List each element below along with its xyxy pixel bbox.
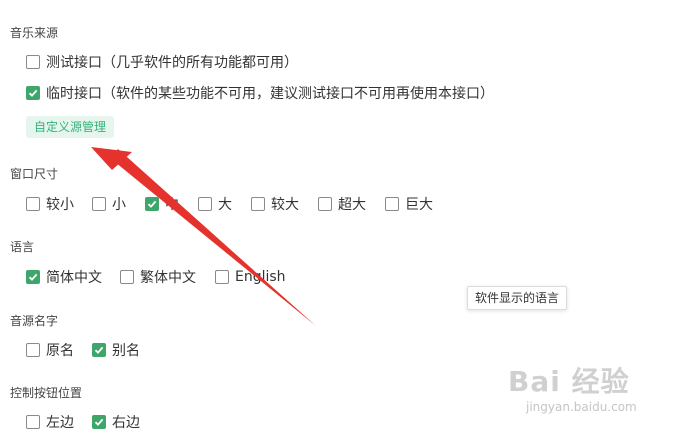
watermark-url: jingyan.baidu.com <box>526 400 637 414</box>
control-position-option-left[interactable]: 左边 <box>26 412 74 432</box>
window-size-option-smaller[interactable]: 较小 <box>26 194 74 214</box>
checkbox[interactable] <box>26 415 40 429</box>
window-size-option-medium[interactable]: 中 <box>145 194 179 214</box>
checkbox[interactable] <box>26 343 40 357</box>
option-label: 简体中文 <box>46 270 102 286</box>
watermark-logo-text: Bai 经验 <box>508 365 630 398</box>
language-option-english[interactable]: English <box>215 267 286 287</box>
option-label: 临时接口（软件的某些功能不可用，建议测试接口不可用再使用本接口） <box>46 86 494 102</box>
checkbox[interactable] <box>26 270 40 284</box>
music-source-option-test[interactable]: 测试接口（几乎软件的所有功能都可用） <box>26 52 298 72</box>
checkbox[interactable] <box>318 197 332 211</box>
option-label: 小 <box>112 197 126 213</box>
checkbox[interactable] <box>145 197 159 211</box>
section-title-window-size: 窗口尺寸 <box>10 167 59 181</box>
window-size-option-huge[interactable]: 巨大 <box>385 194 433 214</box>
section-title-music-source: 音乐来源 <box>10 26 59 40</box>
option-label: 原名 <box>46 343 74 359</box>
checkbox[interactable] <box>92 415 106 429</box>
option-label: 测试接口（几乎软件的所有功能都可用） <box>46 55 298 71</box>
custom-source-manage-button[interactable]: 自定义源管理 <box>26 116 115 138</box>
baidu-watermark: Bai 经验 jingyan.baidu.com <box>508 360 658 420</box>
option-label: 巨大 <box>405 197 433 213</box>
option-label: 右边 <box>112 415 140 431</box>
section-title-source-name: 音源名字 <box>10 314 59 328</box>
section-title-language: 语言 <box>10 240 35 254</box>
checkbox[interactable] <box>215 270 229 284</box>
checkbox[interactable] <box>92 197 106 211</box>
source-name-option-original[interactable]: 原名 <box>26 340 74 360</box>
checkbox[interactable] <box>251 197 265 211</box>
option-label: 较小 <box>46 197 74 213</box>
option-label: 中 <box>165 197 179 213</box>
window-size-option-larger[interactable]: 较大 <box>251 194 299 214</box>
control-position-option-right[interactable]: 右边 <box>92 412 140 432</box>
checkbox[interactable] <box>92 343 106 357</box>
checkbox[interactable] <box>385 197 399 211</box>
checkbox[interactable] <box>26 197 40 211</box>
option-label: 繁体中文 <box>140 270 196 286</box>
window-size-option-extra-large[interactable]: 超大 <box>318 194 366 214</box>
option-label: 左边 <box>46 415 74 431</box>
checkbox[interactable] <box>26 55 40 69</box>
option-label: 别名 <box>112 343 140 359</box>
language-option-traditional-chinese[interactable]: 繁体中文 <box>120 267 196 287</box>
language-tooltip: 软件显示的语言 <box>467 286 568 310</box>
source-name-option-alias[interactable]: 别名 <box>92 340 140 360</box>
music-source-option-temp[interactable]: 临时接口（软件的某些功能不可用，建议测试接口不可用再使用本接口） <box>26 83 494 103</box>
language-option-simplified-chinese[interactable]: 简体中文 <box>26 267 102 287</box>
option-label: 较大 <box>271 197 299 213</box>
checkbox[interactable] <box>120 270 134 284</box>
section-title-control-position: 控制按钮位置 <box>10 386 83 400</box>
window-size-option-small[interactable]: 小 <box>92 194 126 214</box>
option-label: 大 <box>218 197 232 213</box>
option-label: 超大 <box>338 197 366 213</box>
window-size-option-large[interactable]: 大 <box>198 194 232 214</box>
checkbox[interactable] <box>26 86 40 100</box>
option-label: English <box>235 269 286 285</box>
checkbox[interactable] <box>198 197 212 211</box>
